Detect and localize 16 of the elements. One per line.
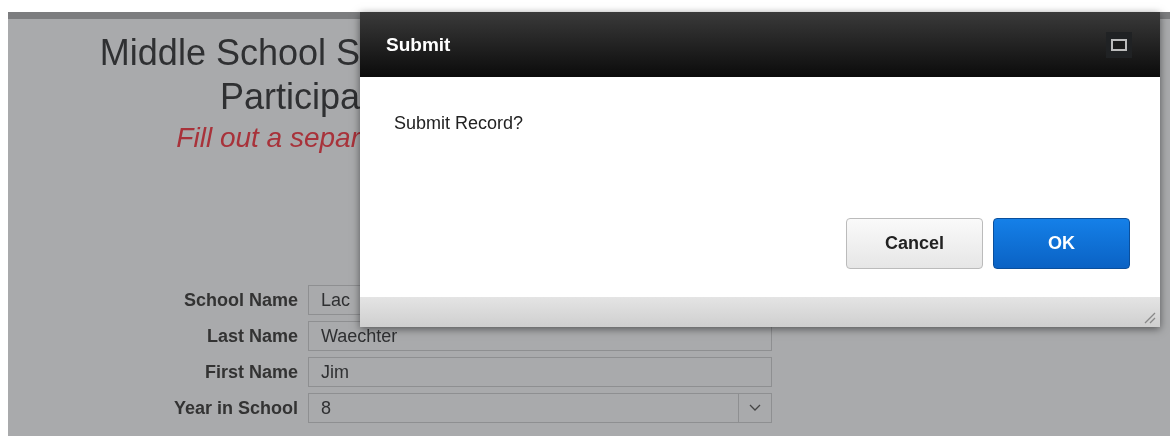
page-title: Participa xyxy=(219,75,360,119)
page-title: Middle School S xyxy=(99,31,360,75)
resize-grip-icon xyxy=(1142,310,1156,324)
dialog-message: Submit Record? xyxy=(393,112,525,135)
maximize-icon xyxy=(1111,38,1127,51)
year-select[interactable]: 8 xyxy=(308,393,772,423)
field-label: Year in School xyxy=(172,397,298,419)
chevron-down-icon xyxy=(749,404,761,412)
maximize-button[interactable] xyxy=(1106,31,1132,58)
input-field[interactable]: Jim xyxy=(308,357,772,387)
field-label: School Name xyxy=(182,289,298,311)
dialog-title: Submit xyxy=(386,33,451,56)
field-label: First Name xyxy=(203,361,298,383)
ok-button[interactable]: OK xyxy=(993,218,1130,269)
cancel-button[interactable]: Cancel xyxy=(846,218,983,269)
field-label: Last Name xyxy=(205,325,298,347)
